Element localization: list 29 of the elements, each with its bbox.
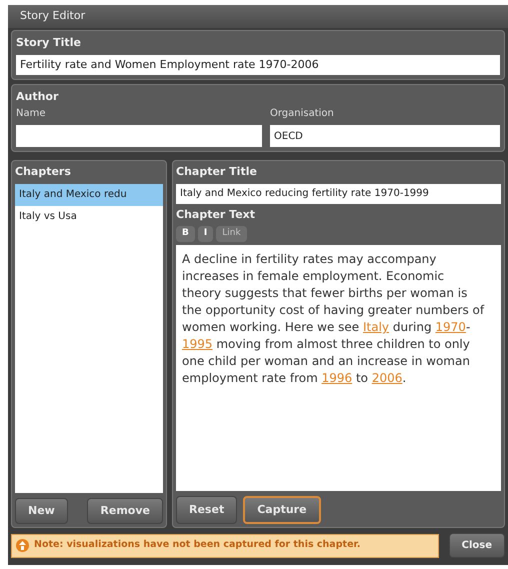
chapter-text: A decline in fertility rates may accompany increases in female employment. Economic theory suggests that fewer births per woman is the opportunity cost of having greater numbers of women working. Here we see Italy during 1970- 1995 moving from almost three children to only one child per woman and an increase in woman employment rate from 1996 to 2006. xyxy=(182,251,486,387)
chapter-title-label: Chapter Title xyxy=(176,164,258,180)
close-button[interactable]: Close xyxy=(448,533,505,558)
format-button[interactable]: B xyxy=(176,226,195,242)
link[interactable]: 1970 xyxy=(435,320,466,334)
name-field[interactable] xyxy=(16,125,262,147)
chapters-label: Chapters xyxy=(15,164,72,180)
button[interactable]: Capture xyxy=(243,496,321,524)
link[interactable]: Italy xyxy=(363,320,390,334)
button[interactable]: Remove xyxy=(87,498,163,524)
note-text: Note: visualizations have not been captured for this chapter. xyxy=(34,538,360,552)
chapter-title-field[interactable]: Italy and Mexico reducing fertility rate 1970-1999 xyxy=(176,184,501,204)
chapter-item[interactable]: Italy and Mexico redu xyxy=(15,184,163,206)
story-title-label: Story Title xyxy=(16,35,82,51)
organisation-label: Organisation xyxy=(270,107,335,121)
chapter-text-editor[interactable] xyxy=(176,245,501,490)
warning-icon xyxy=(16,539,29,552)
name-label: Name xyxy=(16,107,47,121)
chapter-text-label: Chapter Text xyxy=(176,206,256,222)
author-label: Author xyxy=(16,88,60,104)
format-button[interactable]: I xyxy=(198,226,214,242)
story-title-field[interactable]: Fertility rate and Women Employment rate 1970-2006 xyxy=(16,54,500,74)
button[interactable]: Reset xyxy=(176,496,238,524)
link[interactable]: 2006 xyxy=(372,371,402,385)
link[interactable]: 1995 xyxy=(182,337,213,351)
button[interactable]: New xyxy=(15,498,68,524)
window-title: Story Editor xyxy=(20,8,86,24)
organisation-field[interactable]: OECD xyxy=(270,125,500,147)
link[interactable]: 1996 xyxy=(322,371,352,385)
